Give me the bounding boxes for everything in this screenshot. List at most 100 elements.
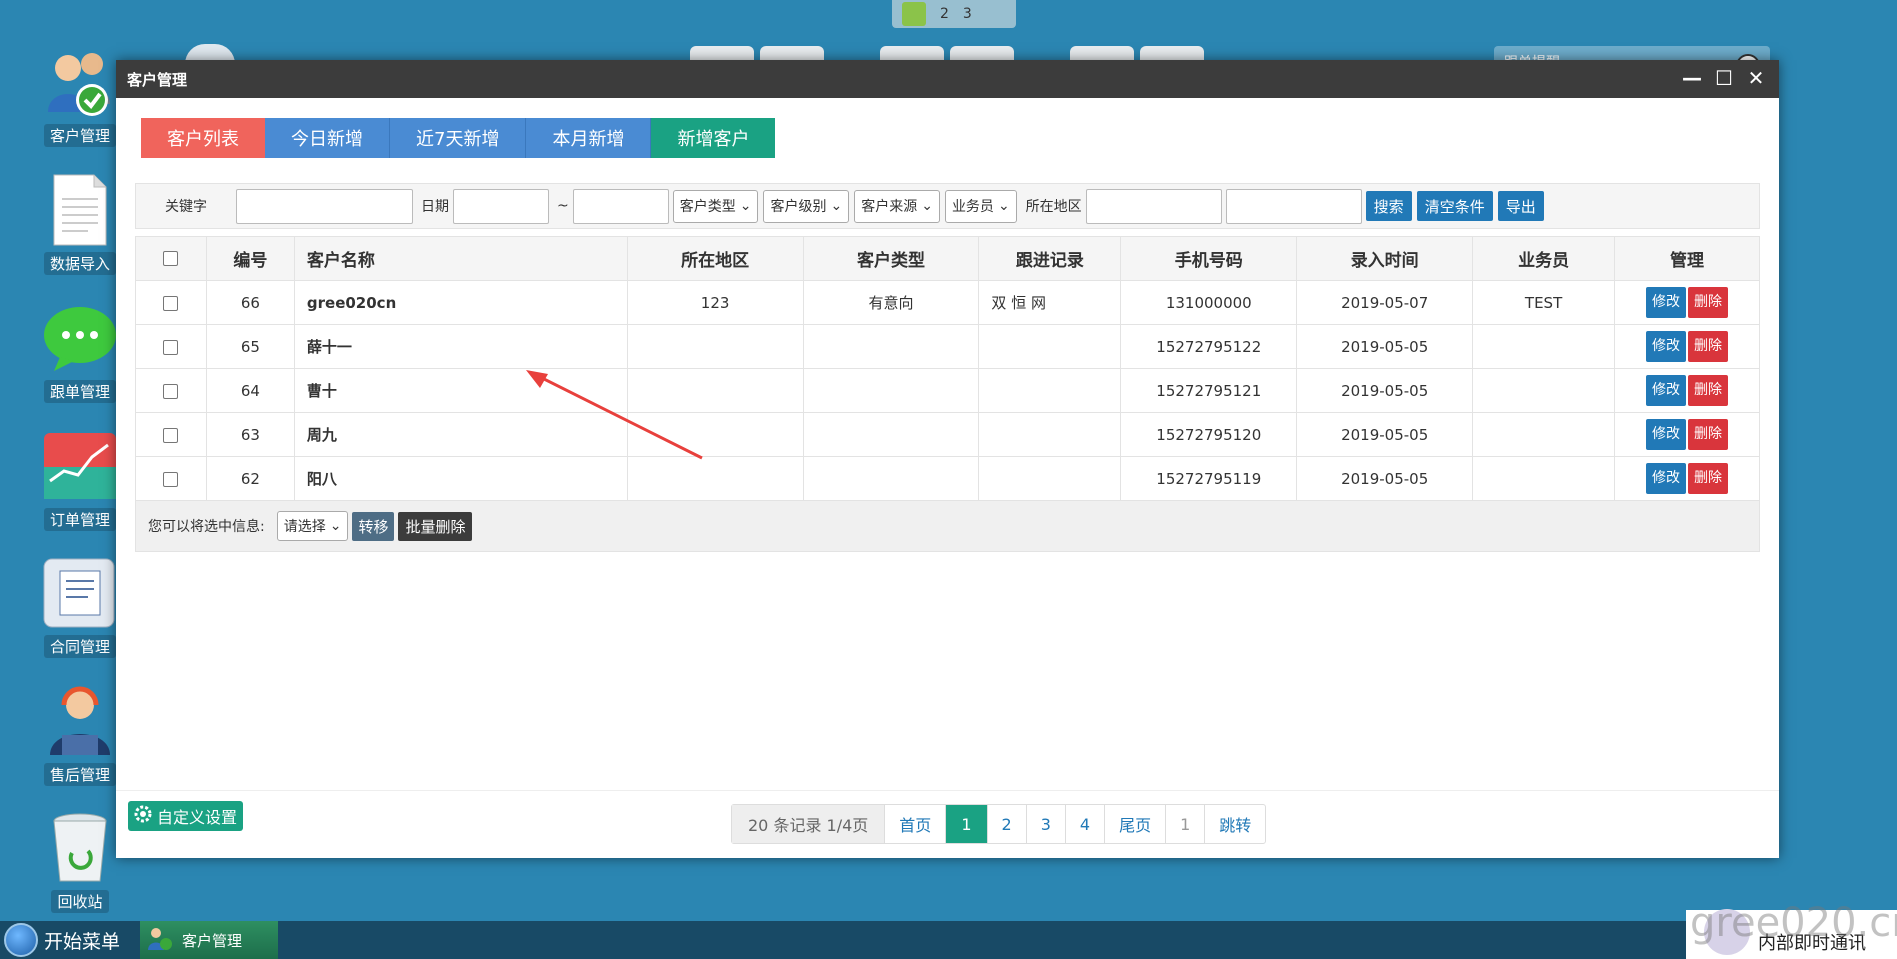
delete-button[interactable]: 删除 <box>1688 287 1729 318</box>
header-follow[interactable]: 跟进记录 <box>978 236 1122 281</box>
region-input-1[interactable] <box>1085 188 1222 224</box>
pagination-page-2[interactable]: 2 <box>986 805 1026 843</box>
header-type[interactable]: 客户类型 <box>802 236 980 281</box>
header-phone[interactable]: 手机号码 <box>1120 236 1298 281</box>
cell-type <box>802 412 980 457</box>
region-input-2[interactable] <box>1225 188 1362 224</box>
search-button[interactable]: 搜索 <box>1365 191 1412 221</box>
desktop-icon-aftersales[interactable]: 售后管理 <box>34 683 126 793</box>
filter-bar: 关键字 日期 ~ 客户类型 ⌄ 客户级别 ⌄ 客户来源 ⌄ 业务员 ⌄ 所在地区 搜索 … <box>135 183 1760 229</box>
desktop-icon-label: 回收站 <box>51 890 109 913</box>
pagination-page-4[interactable]: 4 <box>1064 805 1104 843</box>
desktop-page-1-icon[interactable] <box>902 2 926 26</box>
taskbar-item-label: 客户管理 <box>182 931 243 950</box>
close-icon[interactable]: ✕ <box>1745 66 1767 90</box>
row-checkbox[interactable] <box>163 339 179 355</box>
pagination-jump-button[interactable]: 跳转 <box>1204 805 1265 843</box>
row-checkbox[interactable] <box>163 383 179 399</box>
table-row: 64 曹十 15272795121 2019-05-05 修改 删除 <box>135 368 1760 413</box>
pagination-jump-input[interactable]: 1 <box>1165 805 1204 843</box>
batch-select[interactable]: 请选择 ⌄ <box>276 511 349 541</box>
window-title-bar[interactable]: 客户管理 — ☐ ✕ <box>116 60 1779 98</box>
desktop-icon-label: 合同管理 <box>43 635 116 658</box>
desktop-page-switcher[interactable]: 2 3 <box>892 0 1016 28</box>
taskbar-item-customer[interactable]: 客户管理 <box>140 921 278 959</box>
desktop-icon-recycle-bin[interactable]: 回收站 <box>34 810 126 920</box>
edit-button[interactable]: 修改 <box>1646 375 1687 406</box>
tab-today-new[interactable]: 今日新增 <box>265 118 390 158</box>
pagination-last[interactable]: 尾页 <box>1104 805 1165 843</box>
custom-settings-button[interactable]: 自定义设置 <box>128 801 244 831</box>
cell-staff <box>1472 412 1616 457</box>
header-name[interactable]: 客户名称 <box>293 236 628 281</box>
row-checkbox[interactable] <box>163 295 179 311</box>
desktop-icon-orders[interactable]: 订单管理 <box>34 428 126 538</box>
desktop-icon-customer[interactable]: 客户管理 <box>34 44 126 154</box>
footer-divider <box>116 790 1779 791</box>
desktop-icon-follow[interactable]: 跟单管理 <box>34 300 126 410</box>
cell-name: gree020cn <box>293 280 628 325</box>
tab-month-new[interactable]: 本月新增 <box>526 118 652 158</box>
edit-button[interactable]: 修改 <box>1646 463 1687 494</box>
tab-customer-list[interactable]: 客户列表 <box>141 118 265 158</box>
pagination-first[interactable]: 首页 <box>884 805 945 843</box>
desktop-icon-data-import[interactable]: 数据导入 <box>34 172 126 282</box>
desktop-page-3[interactable]: 3 <box>963 6 972 22</box>
date-end-input[interactable] <box>572 188 669 224</box>
salesperson-select[interactable]: 业务员 ⌄ <box>944 189 1017 223</box>
header-region[interactable]: 所在地区 <box>626 236 804 281</box>
desktop-page-2[interactable]: 2 <box>940 6 949 22</box>
delete-button[interactable]: 删除 <box>1688 419 1729 450</box>
export-button[interactable]: 导出 <box>1497 191 1544 221</box>
start-menu-button[interactable]: 开始菜单 <box>0 921 120 959</box>
tab-add-customer[interactable]: 新增客户 <box>651 118 776 158</box>
edit-button[interactable]: 修改 <box>1646 287 1687 318</box>
cell-date: 2019-05-05 <box>1296 368 1474 413</box>
chart-icon <box>42 428 118 504</box>
cell-follow <box>978 368 1122 413</box>
taskbar: 开始菜单 客户管理 <box>0 921 1897 959</box>
customer-type-select[interactable]: 客户类型 ⌄ <box>672 189 759 223</box>
date-start-input[interactable] <box>453 188 549 224</box>
cell-follow <box>978 456 1122 501</box>
maximize-icon[interactable]: ☐ <box>1713 66 1735 90</box>
row-checkbox[interactable] <box>163 471 179 487</box>
table-header-row: 编号 客户名称 所在地区 客户类型 跟进记录 手机号码 录入时间 业务员 管理 <box>135 236 1760 281</box>
chat-bubble-icon <box>42 300 118 376</box>
cell-name: 阳八 <box>293 456 628 501</box>
delete-button[interactable]: 删除 <box>1688 463 1729 494</box>
customer-management-window: 客户管理 — ☐ ✕ 客户列表 今日新增 近7天新增 本月新增 新增客户 关键字… <box>116 60 1779 858</box>
transfer-button[interactable]: 转移 <box>352 511 395 541</box>
delete-button[interactable]: 删除 <box>1688 375 1729 406</box>
clear-conditions-button[interactable]: 清空条件 <box>1416 191 1493 221</box>
pagination-page-1[interactable]: 1 <box>945 805 987 843</box>
keyword-input[interactable] <box>236 188 413 224</box>
row-checkbox[interactable] <box>163 427 179 443</box>
pagination-page-3[interactable]: 3 <box>1025 805 1065 843</box>
header-manage: 管理 <box>1614 236 1760 281</box>
select-all-checkbox[interactable] <box>163 251 179 266</box>
recycle-bin-icon <box>42 810 118 886</box>
batch-delete-button[interactable]: 批量删除 <box>398 511 473 541</box>
desktop-icon-contracts[interactable]: 合同管理 <box>34 555 126 665</box>
cell-staff <box>1472 456 1616 501</box>
cell-manage: 修改 删除 <box>1614 456 1760 501</box>
batch-label: 您可以将选中信息: <box>148 519 265 535</box>
custom-settings-label: 自定义设置 <box>157 808 238 827</box>
cell-id: 65 <box>205 324 295 369</box>
edit-button[interactable]: 修改 <box>1646 331 1687 362</box>
header-id[interactable]: 编号 <box>205 236 295 281</box>
minimize-icon[interactable]: — <box>1681 66 1703 90</box>
cell-name: 薛十一 <box>293 324 628 369</box>
edit-button[interactable]: 修改 <box>1646 419 1687 450</box>
cell-region <box>626 456 804 501</box>
header-date[interactable]: 录入时间 <box>1296 236 1474 281</box>
cell-phone: 15272795120 <box>1120 412 1298 457</box>
cell-phone: 15272795121 <box>1120 368 1298 413</box>
customer-level-select[interactable]: 客户级别 ⌄ <box>763 189 850 223</box>
customer-source-select[interactable]: 客户来源 ⌄ <box>854 189 940 223</box>
header-staff[interactable]: 业务员 <box>1472 236 1616 281</box>
delete-button[interactable]: 删除 <box>1688 331 1729 362</box>
desktop-icon-label: 跟单管理 <box>43 380 116 403</box>
tab-7day-new[interactable]: 近7天新增 <box>390 118 527 158</box>
